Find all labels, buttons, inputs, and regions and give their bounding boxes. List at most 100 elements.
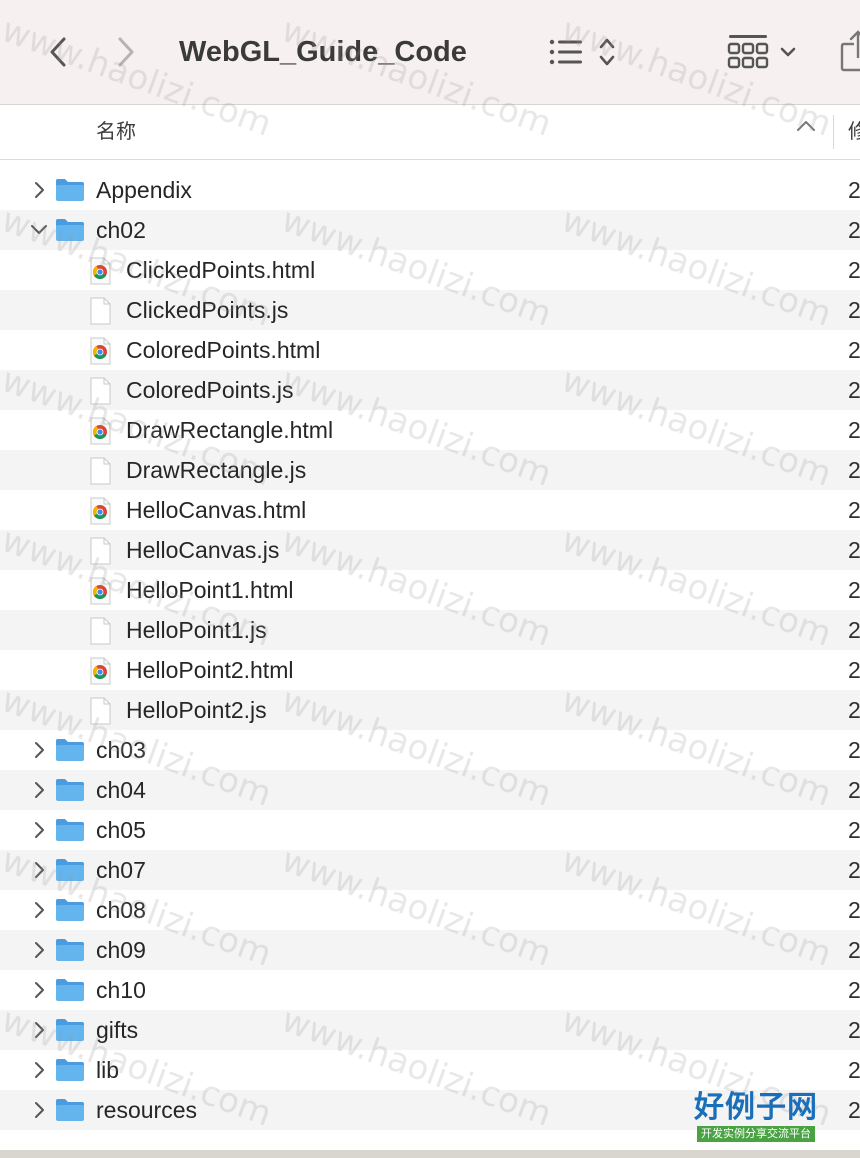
folder-icon [56,179,84,201]
file-row[interactable]: HelloPoint1.html 2 [0,570,860,610]
chevron-right-icon [35,822,44,838]
disclosure-toggle[interactable] [28,218,50,242]
item-modified-date: 2 [848,497,860,523]
disclosure-toggle[interactable] [28,1098,50,1122]
file-row[interactable]: HelloCanvas.js 2 [0,530,860,570]
item-modified-date: 2 [848,697,860,723]
file-row[interactable]: ClickedPoints.html 2 [0,250,860,290]
folder-icon [56,939,84,961]
disclosure-toggle[interactable] [28,1058,50,1082]
window-bottom-edge [0,1150,860,1158]
folder-row[interactable]: ch04 2 [0,770,860,810]
view-mode-button[interactable] [724,28,804,76]
folder-icon-wrap [54,777,86,808]
file-row[interactable]: HelloCanvas.html 2 [0,490,860,530]
sort-options-button[interactable] [544,30,624,74]
item-name: ColoredPoints.js [126,377,294,403]
file-row[interactable]: HelloPoint2.html 2 [0,650,860,690]
item-modified-date: 2 [848,537,860,563]
folder-row[interactable]: ch02 2 [0,210,860,250]
item-modified-date: 2 [848,817,860,843]
item-name: ch02 [96,217,146,243]
chevron-right-icon [35,1022,44,1038]
item-modified-date: 2 [848,937,860,963]
item-name: ch07 [96,857,146,883]
chevron-right-icon [35,782,44,798]
forward-button[interactable] [108,30,144,74]
disclosure-toggle[interactable] [28,898,50,922]
file-row[interactable]: HelloPoint2.js 2 [0,690,860,730]
disclosure-toggle[interactable] [28,778,50,802]
file-row[interactable]: ClickedPoints.js 2 [0,290,860,330]
column-divider[interactable] [833,115,834,149]
item-modified-date: 2 [848,417,860,443]
list-sort-icon [549,38,615,66]
folder-row[interactable]: ch10 2 [0,970,860,1010]
folder-icon-wrap [54,1097,86,1128]
file-row[interactable]: ColoredPoints.html 2 [0,330,860,370]
file-icon-wrap [88,377,112,410]
disclosure-toggle[interactable] [28,978,50,1002]
file-icon-wrap [88,617,112,650]
item-name: gifts [96,1017,139,1043]
sort-ascending-icon [797,121,815,131]
file-icon-wrap [88,337,112,370]
chevron-right-icon [35,902,44,918]
chevron-right-icon [35,982,44,998]
item-name: ch03 [96,737,146,763]
disclosure-toggle[interactable] [28,178,50,202]
folder-row[interactable]: ch05 2 [0,810,860,850]
item-name: resources [96,1097,197,1123]
item-name: ch09 [96,937,146,963]
window-title: WebGL_Guide_Code [179,36,467,68]
file-row[interactable]: DrawRectangle.js 2 [0,450,860,490]
disclosure-toggle[interactable] [28,858,50,882]
chevron-right-icon [35,862,44,878]
brand-subtitle: 开发实例分享交流平台 [697,1126,815,1142]
share-button[interactable] [836,24,860,78]
name-column-header[interactable]: 名称 [96,105,136,159]
chevron-right-icon [35,1062,44,1078]
item-name: ch08 [96,897,146,923]
disclosure-toggle[interactable] [28,1018,50,1042]
chrome-file-icon [90,497,111,525]
folder-row[interactable]: ch03 2 [0,730,860,770]
item-modified-date: 2 [848,977,860,1003]
folder-icon-wrap [54,977,86,1008]
back-button[interactable] [40,30,76,74]
chevron-right-icon [35,1102,44,1118]
item-name: ch05 [96,817,146,843]
folder-row[interactable]: Appendix 2 [0,170,860,210]
file-row[interactable]: ColoredPoints.js 2 [0,370,860,410]
folder-icon-wrap [54,857,86,888]
folder-icon-wrap [54,1017,86,1048]
folder-row[interactable]: gifts 2 [0,1010,860,1050]
item-modified-date: 2 [848,777,860,803]
brand-watermark-logo: 好例子网 开发实例分享交流平台 [684,1090,828,1148]
folder-icon [56,899,84,921]
item-modified-date: 2 [848,657,860,683]
file-icon-wrap [88,257,112,290]
disclosure-toggle[interactable] [28,818,50,842]
folder-row[interactable]: ch07 2 [0,850,860,890]
file-row[interactable]: DrawRectangle.html 2 [0,410,860,450]
item-name: ClickedPoints.js [126,297,289,323]
blank-file-icon [90,617,111,645]
folder-row[interactable]: lib 2 [0,1050,860,1090]
modified-column-header[interactable]: 修 [848,105,860,159]
folder-row[interactable]: ch09 2 [0,930,860,970]
folder-icon [56,739,84,761]
share-icon [840,30,860,72]
disclosure-toggle[interactable] [28,738,50,762]
disclosure-toggle[interactable] [28,938,50,962]
file-row[interactable]: HelloPoint1.js 2 [0,610,860,650]
folder-icon-wrap [54,937,86,968]
file-icon-wrap [88,457,112,490]
item-name: HelloPoint1.html [126,577,294,603]
chrome-file-icon [90,257,111,285]
item-modified-date: 2 [848,257,860,283]
column-header: 名称 修 [0,105,860,160]
blank-file-icon [90,297,111,325]
folder-row[interactable]: ch08 2 [0,890,860,930]
folder-icon [56,779,84,801]
